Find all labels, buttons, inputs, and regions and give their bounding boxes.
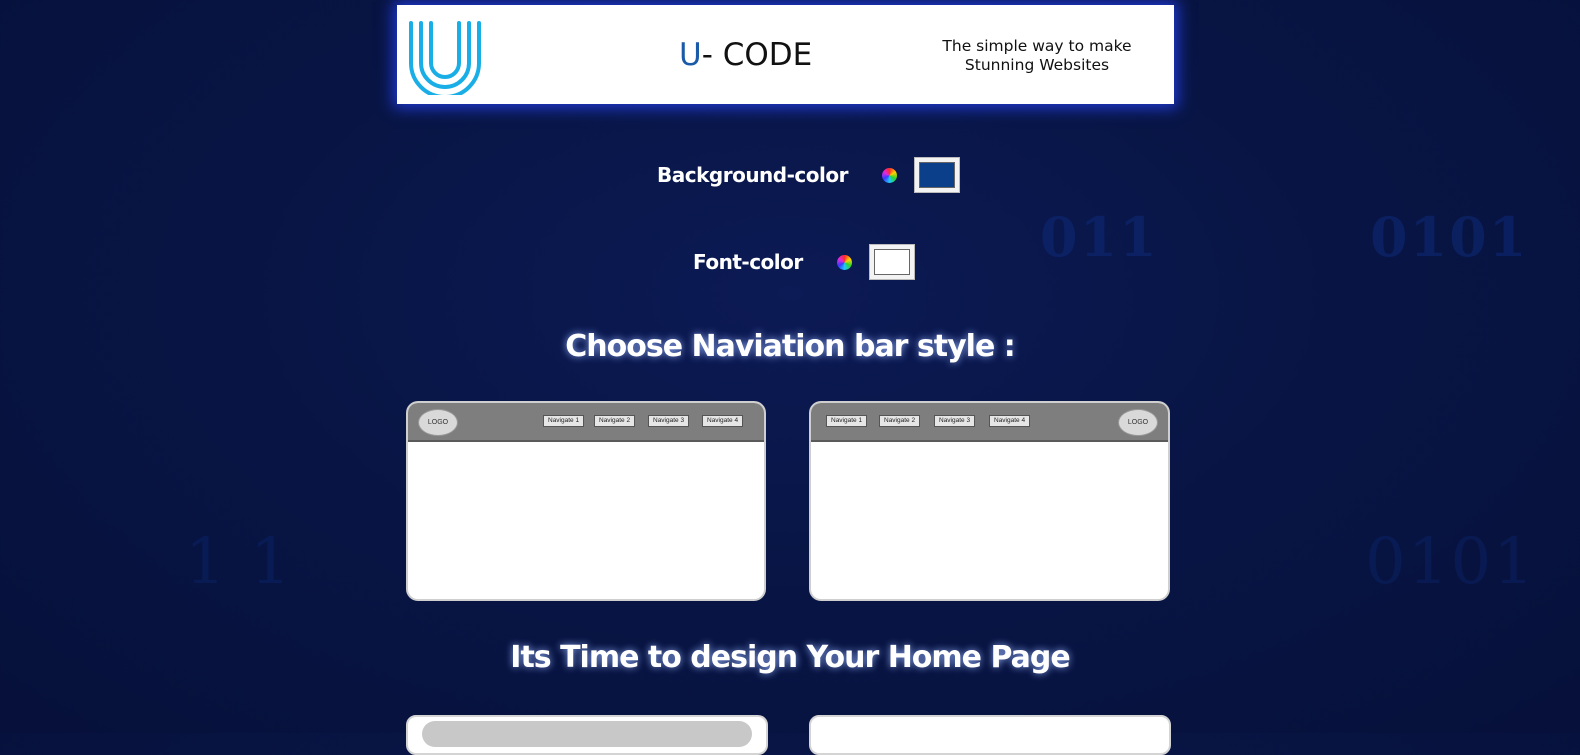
font-color-label: Font-color bbox=[693, 250, 803, 274]
nav-style-heading: Choose Naviation bar style : bbox=[565, 329, 1016, 364]
header-banner: U- CODE The simple way to make Stunning … bbox=[397, 5, 1174, 104]
tagline-line-2: Stunning Websites bbox=[964, 56, 1110, 74]
background-digits: 0101 bbox=[1365, 525, 1536, 599]
background-color-swatch bbox=[918, 162, 955, 188]
preview-nav-item: Navigate 1 bbox=[543, 415, 585, 427]
color-wheel-icon bbox=[881, 167, 897, 183]
preview-nav-item: Navigate 3 bbox=[934, 415, 976, 427]
home-page-heading: Its Time to design Your Home Page bbox=[510, 640, 1070, 675]
home-style-option-2[interactable] bbox=[809, 715, 1171, 755]
preview-nav-item: Navigate 4 bbox=[702, 415, 744, 427]
preview-logo: LOGO bbox=[1118, 409, 1158, 436]
nav-style-option-logo-left[interactable]: LOGO Navigate 1 Navigate 2 Navigate 3 Na… bbox=[406, 401, 766, 601]
brand-initial: U bbox=[679, 37, 702, 73]
preview-nav-item: Navigate 2 bbox=[879, 415, 921, 427]
home-style-option-1[interactable] bbox=[406, 715, 768, 755]
tagline: The simple way to make Stunning Websites bbox=[912, 37, 1162, 75]
background-digits: 011 bbox=[1040, 205, 1159, 269]
preview-header-pill bbox=[422, 721, 752, 747]
brand-rest: - CODE bbox=[701, 37, 813, 73]
preview-logo: LOGO bbox=[418, 409, 458, 436]
preview-nav-item: Navigate 1 bbox=[826, 415, 868, 427]
background-digits: 0101 bbox=[1370, 205, 1529, 269]
color-wheel-icon bbox=[836, 254, 852, 270]
preview-nav-item: Navigate 3 bbox=[648, 415, 690, 427]
nav-style-option-logo-right[interactable]: Navigate 1 Navigate 2 Navigate 3 Navigat… bbox=[809, 401, 1170, 601]
preview-nav-item: Navigate 4 bbox=[989, 415, 1031, 427]
nav-preview-bar: LOGO Navigate 1 Navigate 2 Navigate 3 Na… bbox=[408, 403, 764, 442]
background-color-picker[interactable] bbox=[913, 157, 960, 193]
font-color-picker[interactable] bbox=[868, 244, 915, 280]
brand-title: U- CODE bbox=[679, 37, 812, 73]
u-logo-icon[interactable] bbox=[405, 15, 485, 95]
background-color-row: Background-color bbox=[657, 157, 960, 193]
font-color-swatch bbox=[873, 249, 910, 275]
tagline-line-1: The simple way to make bbox=[942, 37, 1132, 55]
font-color-row: Font-color bbox=[693, 244, 915, 280]
preview-nav-item: Navigate 2 bbox=[594, 415, 636, 427]
background-digits: 1 1 bbox=[185, 525, 293, 599]
nav-preview-bar: Navigate 1 Navigate 2 Navigate 3 Navigat… bbox=[811, 403, 1168, 442]
background-color-label: Background-color bbox=[657, 163, 848, 187]
